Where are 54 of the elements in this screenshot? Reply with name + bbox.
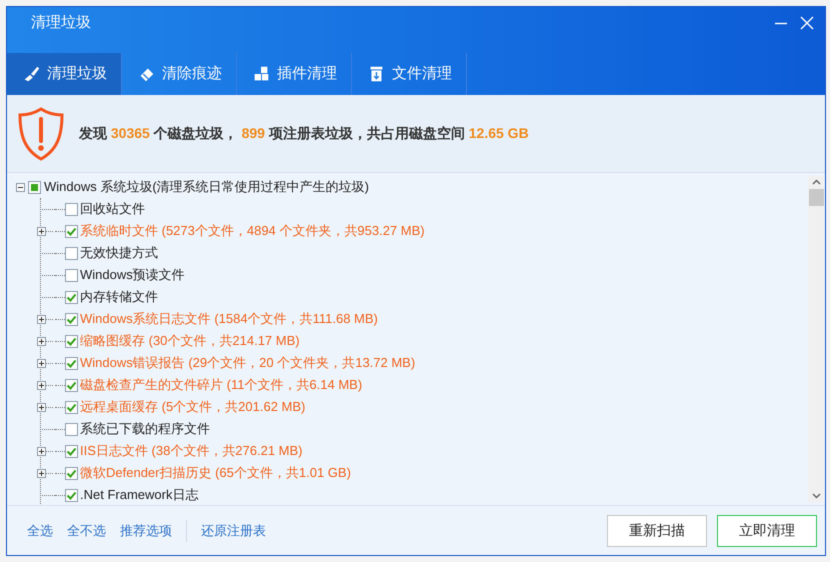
scroll-up-icon[interactable] (812, 179, 820, 185)
checkbox[interactable] (65, 444, 78, 458)
checkbox[interactable] (65, 224, 78, 238)
expand-icon[interactable] (37, 314, 46, 324)
expand-icon[interactable] (37, 226, 46, 236)
tree-item-label[interactable]: 内存转储文件 (80, 287, 158, 307)
expand-icon[interactable] (37, 446, 46, 456)
tree-item-label[interactable]: 回收站文件 (80, 199, 145, 219)
checkbox[interactable] (65, 400, 78, 414)
checkbox[interactable] (65, 356, 78, 370)
rescan-button[interactable]: 重新扫描 (607, 514, 707, 546)
selection-link[interactable]: 推荐选项 (120, 520, 172, 540)
tree-item-label[interactable]: Windows 系统垃圾(清理系统日常使用过程中产生的垃圾) (44, 177, 370, 197)
checkbox[interactable] (65, 312, 78, 326)
scroll-down-icon[interactable] (812, 493, 820, 499)
checkbox[interactable] (28, 180, 41, 194)
tree-item-label[interactable]: 磁盘检查产生的文件碎片 (11个文件，共6.14 MB) (80, 375, 362, 395)
checkbox[interactable] (65, 378, 78, 392)
tree-item-label[interactable]: 系统已下载的程序文件 (80, 419, 210, 439)
checkbox[interactable] (65, 246, 78, 260)
expand-icon[interactable] (37, 336, 46, 346)
tree-item-label[interactable]: 系统临时文件 (5273个文件，4894 个文件夹，共953.27 MB) (80, 221, 425, 241)
expand-icon[interactable] (37, 468, 46, 478)
selection-link[interactable]: 全不选 (67, 520, 106, 540)
expand-icon[interactable] (37, 358, 46, 368)
tree-item-label[interactable]: Windows系统日志文件 (1584个文件，共111.68 MB) (80, 309, 378, 329)
tree-item-label[interactable]: 远程桌面缓存 (5个文件，共201.62 MB) (80, 397, 306, 417)
summary-text: 发现 30365 个磁盘垃圾， 899 项注册表垃圾，共占用磁盘空间 12.65 GB (79, 124, 529, 143)
warning-shield-icon (17, 106, 65, 162)
checkbox[interactable] (65, 268, 78, 282)
tree-item-label[interactable]: 无效快捷方式 (80, 243, 158, 263)
clean-now-button[interactable]: 立即清理 (717, 514, 817, 546)
restore-registry-link[interactable]: 还原注册表 (201, 520, 266, 540)
tree-item-label[interactable]: 缩略图缓存 (30个文件，共214.17 MB) (80, 331, 300, 351)
tree-item-label[interactable]: 微软Defender扫描历史 (65个文件，共1.01 GB) (80, 463, 351, 483)
checkbox[interactable] (65, 466, 78, 480)
expand-icon[interactable] (37, 402, 46, 412)
expand-icon[interactable] (37, 380, 46, 390)
tree-item-label[interactable]: Windows预读文件 (80, 265, 185, 285)
checkbox[interactable] (65, 202, 78, 216)
window-title: 清理垃圾 (31, 13, 91, 33)
scrollbar[interactable] (808, 176, 824, 502)
checkbox[interactable] (65, 488, 78, 502)
tree-item-label[interactable]: Windows错误报告 (29个文件，20 个文件夹，共13.72 MB) (80, 353, 416, 373)
checkbox[interactable] (65, 422, 78, 436)
tab[interactable]: 清理垃圾 (7, 53, 122, 95)
scrollbar-thumb[interactable] (808, 189, 824, 206)
checkbox[interactable] (65, 334, 78, 348)
tree-item-label[interactable]: .Net Framework日志 (80, 485, 198, 505)
tree-item-label[interactable]: IIS日志文件 (38个文件，共276.21 MB) (80, 441, 302, 461)
collapse-icon[interactable] (16, 182, 25, 192)
close-button[interactable] (799, 15, 815, 31)
selection-link[interactable]: 全选 (27, 520, 53, 540)
checkbox[interactable] (65, 290, 78, 304)
